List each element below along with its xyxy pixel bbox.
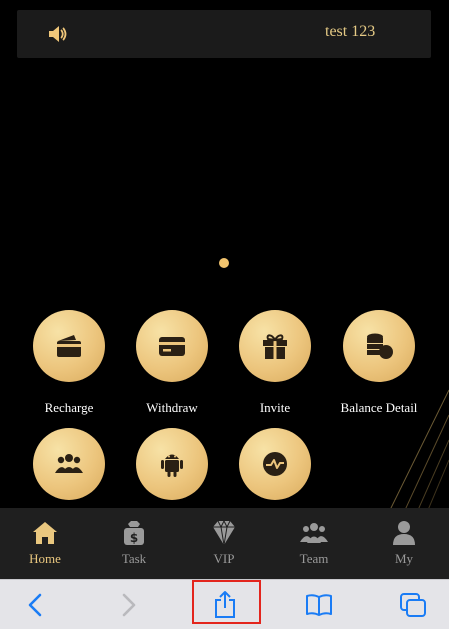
card-icon	[159, 337, 185, 356]
android-button[interactable]	[136, 428, 208, 500]
tab-label: My	[394, 551, 414, 566]
tab-label: Team	[299, 551, 329, 566]
notice-bar: test 123	[17, 10, 431, 58]
feature-label: Balance Detail	[340, 400, 418, 415]
wallet-icon	[57, 335, 81, 357]
recharge-button[interactable]	[33, 310, 105, 382]
back-button[interactable]	[6, 580, 66, 629]
tab-task[interactable]: $ Task	[89, 508, 179, 579]
group-icon	[55, 454, 83, 473]
forward-button[interactable]	[98, 580, 158, 629]
chart-button[interactable]	[239, 428, 311, 500]
diamond-icon	[213, 519, 235, 546]
speaker-icon	[49, 26, 67, 42]
svg-text:$: $	[130, 531, 138, 545]
invite-button[interactable]	[239, 310, 311, 382]
tab-label: VIP	[213, 551, 235, 566]
decorative-streaks	[389, 389, 449, 510]
user-icon	[393, 521, 415, 545]
bookmarks-button[interactable]	[289, 580, 349, 629]
balance-detail-button[interactable]	[343, 310, 415, 382]
money-bag-icon: $	[124, 521, 144, 545]
back-icon	[28, 593, 42, 617]
group-button[interactable]	[33, 428, 105, 500]
android-icon	[161, 454, 183, 477]
tab-label: Task	[121, 551, 147, 566]
forward-icon	[122, 593, 136, 617]
chart-wave-icon	[263, 452, 287, 476]
gift-icon	[263, 334, 287, 359]
tab-home[interactable]: Home	[0, 508, 90, 579]
browser-toolbar	[0, 579, 449, 629]
tabs-button[interactable]	[383, 580, 443, 629]
bookmarks-icon	[306, 594, 332, 616]
notice-text: test 123	[325, 23, 376, 40]
team-icon	[300, 523, 328, 543]
share-highlight-box	[192, 580, 261, 624]
home-icon	[33, 522, 57, 544]
tab-team[interactable]: Team	[269, 508, 359, 579]
withdraw-button[interactable]	[136, 310, 208, 382]
banner-indicator-dot[interactable]	[219, 258, 229, 268]
coins-icon	[367, 333, 393, 359]
tab-my[interactable]: My	[359, 508, 449, 579]
bottom-tab-bar: Home $ Task VIP Team My	[0, 508, 449, 579]
tabs-icon	[400, 593, 426, 617]
tab-vip[interactable]: VIP	[179, 508, 269, 579]
tab-label: Home	[29, 551, 61, 566]
